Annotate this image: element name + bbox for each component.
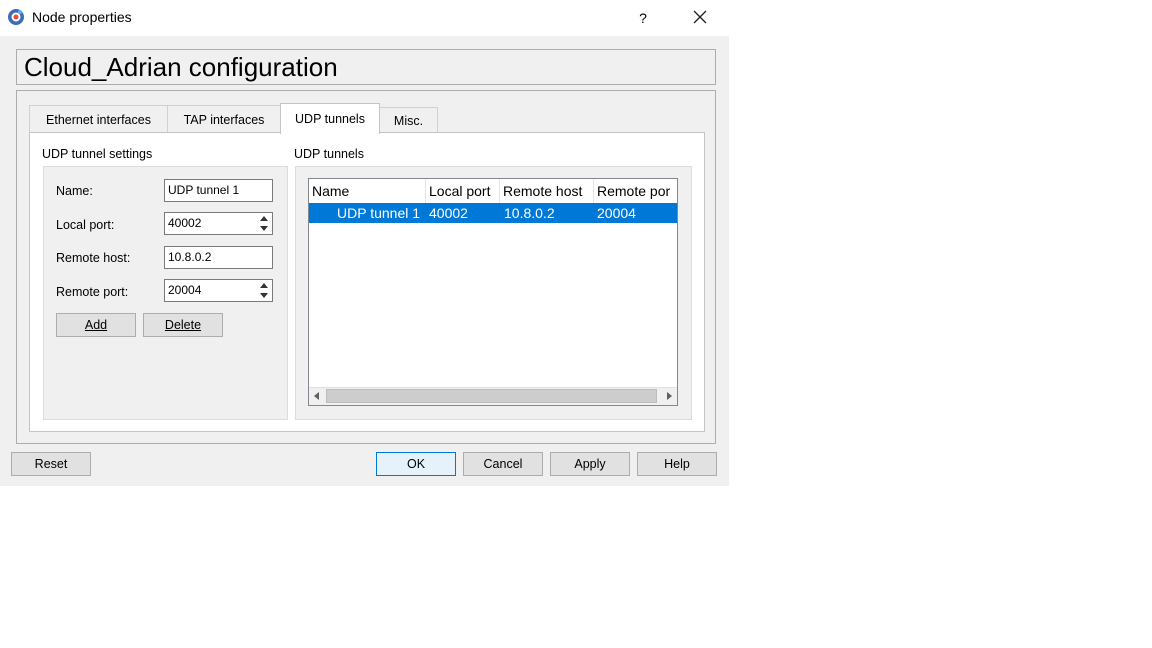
- help-title-button[interactable]: ?: [633, 8, 653, 28]
- table-header: Name Local port Remote host Remote por: [309, 179, 677, 203]
- local-port-label: Local port:: [56, 218, 115, 232]
- add-button-label: Add: [84, 318, 108, 332]
- spin-down-icon[interactable]: [256, 224, 272, 234]
- tab-udp-tunnels[interactable]: UDP tunnels: [280, 103, 380, 134]
- local-port-value: 40002: [168, 216, 202, 230]
- cancel-button-label: Cancel: [483, 457, 523, 471]
- column-header-name[interactable]: Name: [309, 179, 426, 203]
- tab-label: UDP tunnels: [295, 112, 365, 126]
- reset-button[interactable]: Reset: [11, 452, 91, 476]
- window-title: Node properties: [32, 9, 132, 25]
- apply-button-label: Apply: [574, 457, 606, 471]
- column-header-remote-host[interactable]: Remote host: [500, 179, 594, 203]
- table-row[interactable]: UDP tunnel 1 40002 10.8.0.2 20004: [309, 203, 677, 223]
- help-button[interactable]: Help: [637, 452, 717, 476]
- node-properties-dialog: Node properties ? Cloud_Adrian configura…: [0, 0, 729, 486]
- cancel-button[interactable]: Cancel: [463, 452, 543, 476]
- udp-tunnels-label: UDP tunnels: [294, 147, 364, 161]
- udp-tunnel-settings-label: UDP tunnel settings: [42, 147, 153, 161]
- tab-misc[interactable]: Misc.: [379, 107, 438, 133]
- name-label: Name:: [56, 184, 93, 198]
- remote-host-field[interactable]: 10.8.0.2: [164, 246, 273, 269]
- scroll-thumb[interactable]: [326, 389, 657, 403]
- delete-button-label: Delete: [164, 318, 202, 332]
- name-field[interactable]: UDP tunnel 1: [164, 179, 273, 202]
- tab-label: Ethernet interfaces: [46, 113, 151, 127]
- remote-port-label: Remote port:: [56, 285, 129, 299]
- help-button-label: Help: [664, 457, 690, 471]
- configuration-header: Cloud_Adrian configuration: [16, 49, 716, 85]
- local-port-spinbox[interactable]: 40002: [164, 212, 273, 235]
- scroll-left-icon[interactable]: [309, 388, 326, 405]
- local-port-spin-buttons[interactable]: [256, 213, 272, 234]
- close-icon[interactable]: [689, 7, 711, 29]
- cell-remote-host: 10.8.0.2: [504, 205, 555, 221]
- spin-up-icon[interactable]: [256, 213, 272, 223]
- remote-port-spin-buttons[interactable]: [256, 280, 272, 301]
- scroll-right-icon[interactable]: [660, 388, 677, 405]
- app-logo-icon: [7, 8, 25, 26]
- page-title: Cloud_Adrian configuration: [24, 52, 338, 82]
- remote-port-value: 20004: [168, 283, 202, 297]
- horizontal-scrollbar[interactable]: [309, 387, 677, 405]
- ok-button-label: OK: [406, 457, 426, 471]
- tab-ethernet-interfaces[interactable]: Ethernet interfaces: [29, 105, 168, 133]
- add-button[interactable]: Add: [56, 313, 136, 337]
- cell-remote-port: 20004: [597, 205, 636, 221]
- title-bar: Node properties ?: [0, 0, 729, 36]
- tab-label: TAP interfaces: [183, 113, 265, 127]
- cell-name: UDP tunnel 1: [337, 205, 421, 221]
- udp-tunnels-table[interactable]: Name Local port Remote host Remote por U…: [308, 178, 678, 406]
- column-header-local-port[interactable]: Local port: [426, 179, 500, 203]
- tab-label: Misc.: [393, 114, 424, 128]
- remote-port-spinbox[interactable]: 20004: [164, 279, 273, 302]
- apply-button[interactable]: Apply: [550, 452, 630, 476]
- delete-button[interactable]: Delete: [143, 313, 223, 337]
- spin-down-icon[interactable]: [256, 291, 272, 301]
- cell-local-port: 40002: [429, 205, 468, 221]
- column-header-remote-port[interactable]: Remote por: [594, 179, 677, 203]
- remote-host-label: Remote host:: [56, 251, 131, 265]
- spin-up-icon[interactable]: [256, 280, 272, 290]
- ok-button[interactable]: OK: [376, 452, 456, 476]
- reset-button-label: Reset: [34, 457, 68, 471]
- tab-tap-interfaces[interactable]: TAP interfaces: [167, 105, 281, 133]
